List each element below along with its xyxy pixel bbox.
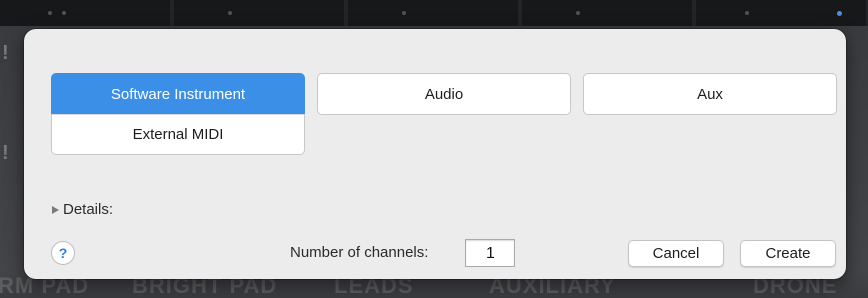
background-dot — [48, 11, 52, 15]
background-dot — [576, 11, 580, 15]
cancel-button[interactable]: Cancel — [628, 240, 724, 267]
new-track-dialog: Software Instrument External MIDI Audio … — [24, 29, 846, 279]
channels-input[interactable]: 1 — [465, 239, 515, 267]
audio-button[interactable]: Audio — [317, 73, 571, 115]
aux-button[interactable]: Aux — [583, 73, 837, 115]
software-instrument-button[interactable]: Software Instrument — [51, 73, 305, 115]
background-dot — [228, 11, 232, 15]
background-dot — [402, 11, 406, 15]
create-label: Create — [765, 245, 811, 262]
audio-label: Audio — [424, 85, 464, 103]
external-midi-label: External MIDI — [132, 126, 224, 143]
external-midi-button[interactable]: External MIDI — [51, 114, 305, 155]
background-indicator-dot — [837, 11, 842, 16]
background-alert-mark: ! — [2, 142, 9, 164]
details-label: Details: — [63, 201, 114, 218]
background-dot — [745, 11, 749, 15]
software-instrument-label: Software Instrument — [110, 85, 246, 103]
details-disclosure[interactable]: Details: — [52, 201, 113, 218]
cancel-label: Cancel — [652, 245, 700, 262]
help-icon: ? — [58, 245, 68, 261]
help-button[interactable]: ? — [51, 241, 75, 265]
background-alert-mark: ! — [2, 42, 9, 64]
background-track-strip — [0, 0, 868, 26]
create-button[interactable]: Create — [740, 240, 836, 267]
aux-label: Aux — [697, 85, 723, 103]
background-dot — [62, 11, 66, 15]
disclosure-triangle-right-icon[interactable] — [52, 205, 59, 214]
channels-label: Number of channels: — [290, 244, 429, 261]
